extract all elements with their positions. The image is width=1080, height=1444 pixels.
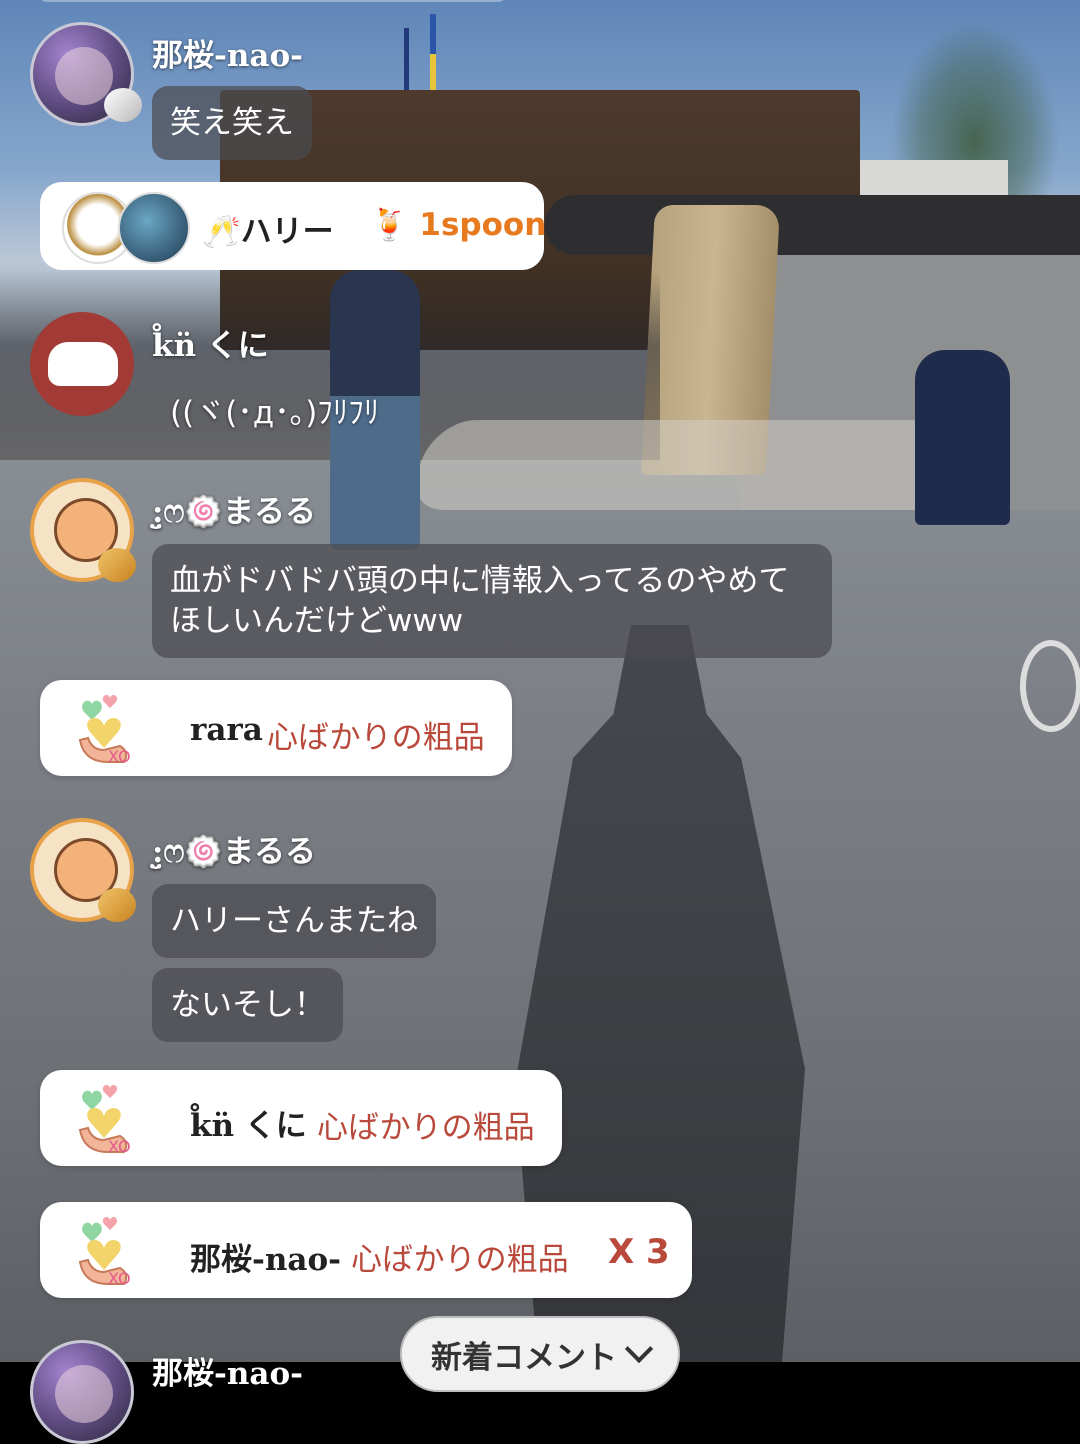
gift-item-label: 心ばかりの粗品 xyxy=(267,720,485,756)
comment-bubble: ないそし！ xyxy=(152,968,343,1042)
heart-hand-gift-icon: XO xyxy=(78,695,131,764)
avatar-car xyxy=(48,342,118,386)
spoon-item-label: 🍹 1spoon xyxy=(370,207,547,243)
roof xyxy=(545,195,1080,255)
svg-text:XO: XO xyxy=(108,747,131,764)
svg-text:XO: XO xyxy=(108,1269,131,1286)
gift-sender: 那桜-nao- xyxy=(190,1242,342,1278)
silver-wing-badge-icon xyxy=(104,88,142,122)
comment-bubble: ((ヾ(･д･｡)ﾌﾘﾌﾘ xyxy=(170,395,380,431)
harry-card-username: 🥂ハリー xyxy=(202,214,334,250)
new-comment-label: 新着コメント xyxy=(431,1339,617,1376)
gift-card[interactable]: XO rara 心ばかりの粗品 xyxy=(40,680,512,776)
gift-item-label: 心ばかりの粗品 xyxy=(317,1110,535,1146)
heart-hand-gift-icon: XO xyxy=(78,1217,131,1286)
heart-hand-gift-icon: XO xyxy=(78,1085,131,1154)
comment-bubble: ハリーさんまたね xyxy=(152,884,436,958)
avatar-face xyxy=(55,1365,113,1423)
nao-avatar[interactable] xyxy=(30,1340,134,1444)
comment-username[interactable]: :̤̮ෆ🍥まるる xyxy=(152,486,316,531)
comment-username[interactable]: 那桜-nao- xyxy=(152,1348,303,1393)
avatar-face xyxy=(55,47,113,105)
chevron-down-icon xyxy=(624,1334,654,1364)
gravel-area xyxy=(403,420,997,510)
previous-comment-edge xyxy=(40,0,505,2)
flagpole xyxy=(404,28,409,98)
spoon-gift-card[interactable]: 🥂ハリー 🍹 1spoon xyxy=(40,182,547,270)
gold-wing-badge-icon xyxy=(98,548,136,582)
comment-username[interactable]: k̊n̈ くに xyxy=(152,320,269,365)
kuni-avatar[interactable] xyxy=(30,312,134,416)
gift-count: X 3 xyxy=(608,1232,670,1272)
flagpole xyxy=(430,14,436,94)
comment-username[interactable]: :̤̮ෆ🍥まるる xyxy=(152,826,316,871)
stroller-wheel xyxy=(1020,640,1080,732)
comment-bubble: 笑え笑え xyxy=(152,86,312,160)
gift-card[interactable]: XO k̊n̈ くに 心ばかりの粗品 xyxy=(40,1070,562,1166)
gift-sender: rara xyxy=(190,712,263,748)
partner-avatar xyxy=(118,192,190,264)
gift-card[interactable]: XO 那桜-nao- 心ばかりの粗品 X 3 xyxy=(40,1202,692,1298)
comment-bubble: 血がドバドバ頭の中に情報入ってるのやめて ほしいんだけどwww xyxy=(152,544,832,658)
gold-wing-badge-icon xyxy=(98,888,136,922)
person xyxy=(915,350,1010,525)
gift-item-label: 心ばかりの粗品 xyxy=(351,1242,569,1278)
gift-sender: k̊n̈ くに xyxy=(190,1108,307,1144)
comment-username[interactable]: 那桜-nao- xyxy=(152,30,303,75)
svg-text:XO: XO xyxy=(108,1137,131,1154)
new-comment-button[interactable]: 新着コメント xyxy=(400,1316,680,1392)
